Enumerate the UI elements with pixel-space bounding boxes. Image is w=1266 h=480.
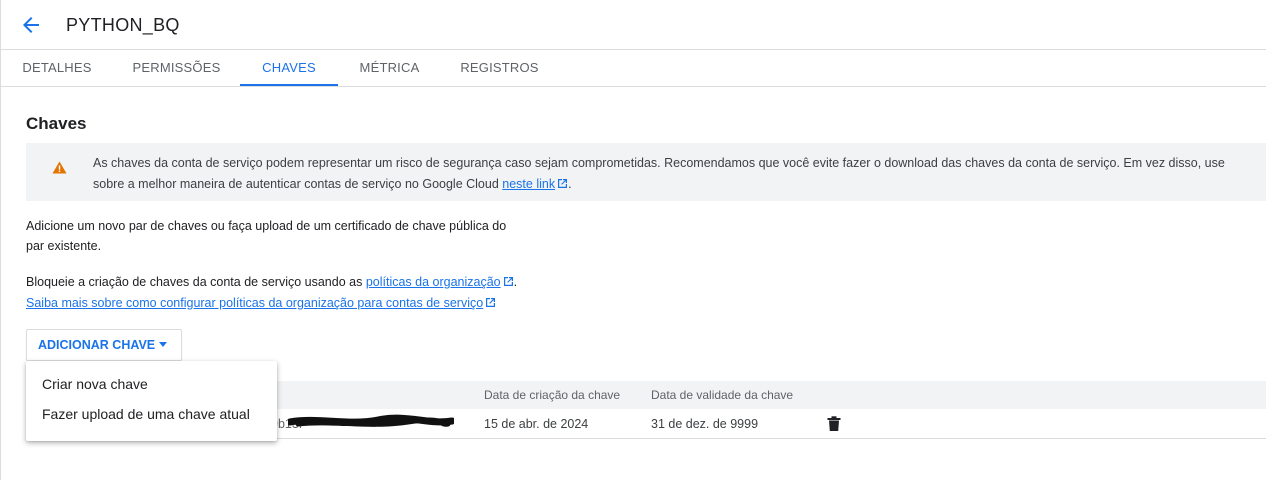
delete-key-icon[interactable] [827,416,841,437]
external-link-icon [557,175,568,196]
add-key-dropdown-menu: Criar nova chave Fazer upload de uma cha… [26,361,277,441]
expires-date-cell: 31 de dez. de 9999 [651,417,759,431]
tab-bar: DETALHES PERMISSÕES CHAVES MÉTRICA REGIS… [0,50,1266,87]
dropdown-arrow-icon [159,342,168,347]
org-policies-link[interactable]: políticas da organização [366,275,501,289]
redaction-scribble [286,414,456,435]
add-key-button[interactable]: ADICIONAR CHAVE [26,329,182,361]
security-warning-banner: As chaves da conta de serviço podem repr… [26,143,1266,201]
tab-metrica[interactable]: MÉTRICA [338,50,441,86]
org-policy-text: Bloqueie a criação de chaves da conta de… [26,272,517,314]
add-key-description: Adicione um novo par de chaves ou faça u… [26,219,507,253]
tab-permissoes[interactable]: PERMISSÕES [113,50,240,86]
section-title: Chaves [26,114,87,133]
main-content: Chaves As chaves da conta de serviço pod… [0,87,1266,480]
external-link-icon [503,273,514,293]
column-header-expires: Data de validade da chave [651,388,794,402]
column-header-created: Data de criação da chave [484,388,621,402]
page-title: PYTHON_BQ [66,15,180,35]
tab-chaves[interactable]: CHAVES [240,50,338,86]
tab-registros[interactable]: REGISTROS [441,50,558,86]
warning-icon [52,161,67,179]
app-header: PYTHON_BQ [0,0,1266,50]
menu-item-create-key[interactable]: Criar nova chave [26,369,277,399]
learn-more-link[interactable]: Saiba mais sobre como configurar polític… [26,296,483,310]
arrow-back-icon[interactable] [19,13,43,37]
external-link-icon [485,294,496,314]
created-date-cell: 15 de abr. de 2024 [484,417,589,431]
warning-line-2: sobre a melhor maneira de autenticar con… [93,174,1225,196]
neste-link[interactable]: neste link [502,177,555,191]
warning-line-1: As chaves da conta de serviço podem repr… [93,156,1225,170]
menu-item-upload-key[interactable]: Fazer upload de uma chave atual [26,399,277,429]
warning-text: As chaves da conta de serviço podem repr… [93,153,1225,196]
tab-detalhes[interactable]: DETALHES [1,50,113,86]
